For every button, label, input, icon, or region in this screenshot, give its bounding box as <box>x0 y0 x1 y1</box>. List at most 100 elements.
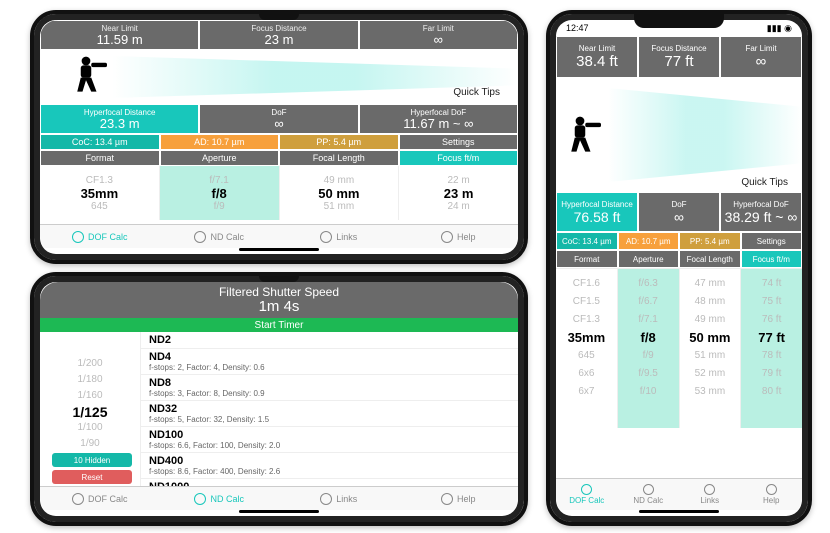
focus-unit-picker[interactable]: 74 ft75 ft76 ft77 ft78 ft79 ft80 ft <box>740 269 802 428</box>
picker-option[interactable]: CF1.6 <box>573 275 600 293</box>
nd-filter-row[interactable]: ND100f-stops: 6.6, Factor: 100, Density:… <box>141 427 518 453</box>
picker-option[interactable]: 74 ft <box>762 275 781 293</box>
aperture-header: Aperture <box>618 250 680 268</box>
tab-help[interactable]: Help <box>741 479 803 510</box>
picker-option[interactable]: 51 mm <box>695 347 726 365</box>
picker-selected[interactable]: f/8 <box>641 329 656 347</box>
start-timer-button[interactable]: Start Timer <box>40 318 518 332</box>
tab-links[interactable]: Links <box>679 479 741 510</box>
tab-dof-calc[interactable]: DOF Calc <box>40 487 160 510</box>
picker-option[interactable]: f/9 <box>643 347 654 365</box>
phone-a-landscape: Near Limit 11.59 m Focus Distance 23 m F… <box>30 10 528 264</box>
picker-selected[interactable]: 1/125 <box>72 404 107 420</box>
picker-option[interactable]: 1/200 <box>77 356 102 372</box>
aperture-icon <box>581 484 592 495</box>
picker-option[interactable]: 76 ft <box>762 311 781 329</box>
tab-links[interactable]: Links <box>279 225 399 248</box>
ad-chip[interactable]: AD: 10.7 µm <box>160 134 280 150</box>
nd-filter-row[interactable]: ND32f-stops: 5, Factor: 32, Density: 1.5 <box>141 401 518 427</box>
picker-option[interactable]: f/9.5 <box>638 365 657 383</box>
focus-unit-picker[interactable]: 22 m 23 m 24 m <box>398 166 518 220</box>
nd-filter-row[interactable]: ND8f-stops: 3, Factor: 8, Density: 0.9 <box>141 375 518 401</box>
picker-selected[interactable]: 23 m <box>444 186 474 201</box>
picker-option[interactable]: 53 mm <box>695 383 726 401</box>
picker-option[interactable]: 1/180 <box>77 372 102 388</box>
dof-cone-glow <box>608 88 802 182</box>
nd-filter-row[interactable]: ND400f-stops: 8.6, Factor: 400, Density:… <box>141 453 518 479</box>
picker-selected[interactable]: f/8 <box>212 186 227 201</box>
tab-help[interactable]: Help <box>399 225 519 248</box>
picker-option[interactable]: f/6.7 <box>638 293 657 311</box>
picker-option[interactable]: 79 ft <box>762 365 781 383</box>
pp-chip[interactable]: PP: 5.4 µm <box>679 232 741 250</box>
aperture-picker[interactable]: f/6.3f/6.7f/7.1f/8f/9f/9.5f/10 <box>617 269 679 428</box>
picker-selected[interactable]: 50 mm <box>318 186 359 201</box>
picker-selected[interactable]: 77 ft <box>758 329 785 347</box>
picker-option[interactable]: 645 <box>578 347 595 365</box>
picker-option[interactable]: 24 m <box>448 201 470 212</box>
home-indicator[interactable] <box>639 510 719 513</box>
coc-chip[interactable]: CoC: 13.4 µm <box>40 134 160 150</box>
tab-nd-calc[interactable]: ND Calc <box>618 479 680 510</box>
format-picker[interactable]: CF1.3 35mm 645 <box>40 166 159 220</box>
focal-length-picker[interactable]: 49 mm 50 mm 51 mm <box>279 166 399 220</box>
hyperfocal-distance-label: Hyperfocal Distance <box>561 200 633 209</box>
picker-option[interactable]: CF1.3 <box>573 311 600 329</box>
hidden-count-button[interactable]: 10 Hidden <box>52 453 132 467</box>
picker-option[interactable]: 48 mm <box>695 293 726 311</box>
focal-length-picker[interactable]: 47 mm48 mm49 mm50 mm51 mm52 mm53 mm <box>679 269 741 428</box>
aperture-picker[interactable]: f/7.1 f/8 f/9 <box>159 166 279 220</box>
ad-chip[interactable]: AD: 10.7 µm <box>618 232 680 250</box>
picker-option[interactable]: 1/100 <box>77 420 102 436</box>
format-picker[interactable]: CF1.6CF1.5CF1.335mm6456x66x7 <box>556 269 617 428</box>
settings-button[interactable]: Settings <box>399 134 519 150</box>
tab-dof-calc[interactable]: DOF Calc <box>40 225 160 248</box>
picker-selected[interactable]: 35mm <box>568 329 606 347</box>
photographer-icon <box>72 54 114 105</box>
tab-links[interactable]: Links <box>279 487 399 510</box>
picker-option[interactable]: 80 ft <box>762 383 781 401</box>
tab-help[interactable]: Help <box>399 487 519 510</box>
hyperfocal-distance-cell: Hyperfocal Distance 76.58 ft <box>556 192 638 232</box>
picker-option[interactable]: 6x7 <box>578 383 594 401</box>
quick-tips-button[interactable]: Quick Tips <box>741 177 788 188</box>
tab-dof-calc[interactable]: DOF Calc <box>556 479 618 510</box>
picker-option[interactable]: CF1.3 <box>86 175 113 186</box>
picker-option[interactable]: f/9 <box>214 201 225 212</box>
picker-selected[interactable]: 35mm <box>81 186 119 201</box>
tab-nd-calc[interactable]: ND Calc <box>160 487 280 510</box>
coc-chip[interactable]: CoC: 13.4 µm <box>556 232 618 250</box>
picker-option[interactable]: f/7.1 <box>209 175 228 186</box>
quick-tips-button[interactable]: Quick Tips <box>453 87 500 98</box>
home-indicator[interactable] <box>239 510 319 513</box>
picker-option[interactable]: 47 mm <box>695 275 726 293</box>
nd-filter-row[interactable]: ND2 <box>141 332 518 349</box>
dof-value: ∞ <box>674 209 684 225</box>
nd-filter-row[interactable]: ND4f-stops: 2, Factor: 4, Density: 0.6 <box>141 349 518 375</box>
picker-option[interactable]: 75 ft <box>762 293 781 311</box>
picker-option[interactable]: f/10 <box>640 383 657 401</box>
picker-option[interactable]: 78 ft <box>762 347 781 365</box>
picker-option[interactable]: 49 mm <box>695 311 726 329</box>
picker-option[interactable]: 22 m <box>448 175 470 186</box>
pp-chip[interactable]: PP: 5.4 µm <box>279 134 399 150</box>
reset-button[interactable]: Reset <box>52 470 132 484</box>
picker-option[interactable]: CF1.5 <box>573 293 600 311</box>
focus-unit-header[interactable]: Focus ft/m <box>399 150 519 166</box>
picker-option[interactable]: 49 mm <box>324 175 355 186</box>
settings-button[interactable]: Settings <box>741 232 803 250</box>
picker-option[interactable]: f/6.3 <box>638 275 657 293</box>
picker-option[interactable]: 645 <box>91 201 108 212</box>
home-indicator[interactable] <box>239 248 319 251</box>
picker-option[interactable]: 6x6 <box>578 365 594 383</box>
help-icon <box>441 231 453 243</box>
tab-nd-calc[interactable]: ND Calc <box>160 225 280 248</box>
picker-selected[interactable]: 50 mm <box>689 329 730 347</box>
tab-label: Help <box>763 496 779 505</box>
picker-option[interactable]: 1/160 <box>77 388 102 404</box>
picker-option[interactable]: 51 mm <box>324 201 355 212</box>
picker-option[interactable]: 52 mm <box>695 365 726 383</box>
picker-option[interactable]: f/7.1 <box>638 311 657 329</box>
nd-filter-list[interactable]: ND2ND4f-stops: 2, Factor: 4, Density: 0.… <box>140 332 518 492</box>
focus-unit-header[interactable]: Focus ft/m <box>741 250 803 268</box>
